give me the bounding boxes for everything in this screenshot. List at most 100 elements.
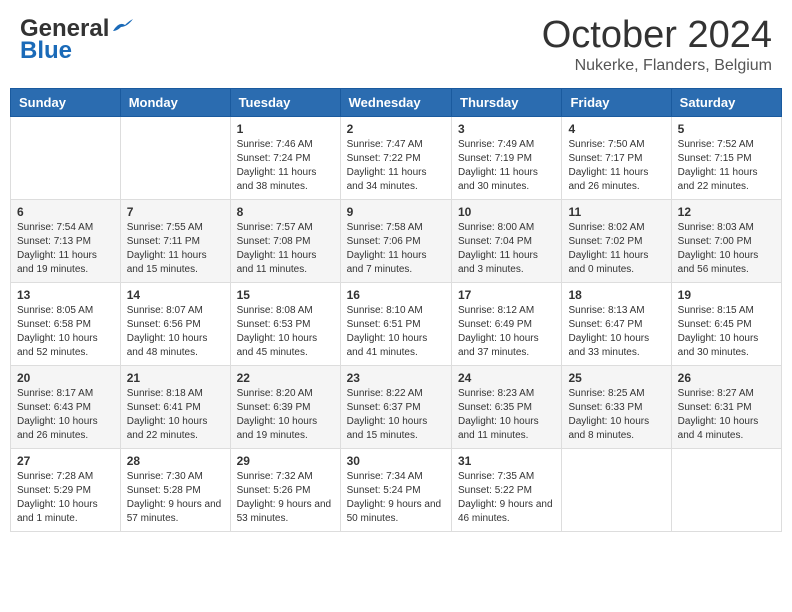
sunrise-text: Sunrise: 8:25 AM xyxy=(568,388,644,399)
day-number: 14 xyxy=(127,288,224,302)
sunrise-text: Sunrise: 8:20 AM xyxy=(237,388,313,399)
day-number: 10 xyxy=(458,205,555,219)
sunrise-text: Sunrise: 8:03 AM xyxy=(678,222,754,233)
daylight-text: Daylight: 9 hours and 53 minutes. xyxy=(237,499,332,524)
calendar-cell: 24 Sunrise: 8:23 AM Sunset: 6:35 PM Dayl… xyxy=(452,365,562,448)
daylight-text: Daylight: 10 hours and 37 minutes. xyxy=(458,333,539,358)
day-info: Sunrise: 8:05 AM Sunset: 6:58 PM Dayligh… xyxy=(17,304,114,360)
sunrise-text: Sunrise: 7:34 AM xyxy=(347,471,423,482)
day-number: 30 xyxy=(347,454,445,468)
calendar-cell: 28 Sunrise: 7:30 AM Sunset: 5:28 PM Dayl… xyxy=(120,448,230,531)
day-info: Sunrise: 8:13 AM Sunset: 6:47 PM Dayligh… xyxy=(568,304,664,360)
sunset-text: Sunset: 7:00 PM xyxy=(678,236,752,247)
sunset-text: Sunset: 6:53 PM xyxy=(237,319,311,330)
calendar-cell: 20 Sunrise: 8:17 AM Sunset: 6:43 PM Dayl… xyxy=(11,365,121,448)
sunset-text: Sunset: 7:08 PM xyxy=(237,236,311,247)
day-number: 19 xyxy=(678,288,775,302)
daylight-text: Daylight: 10 hours and 33 minutes. xyxy=(568,333,649,358)
sunset-text: Sunset: 6:49 PM xyxy=(458,319,532,330)
day-info: Sunrise: 7:32 AM Sunset: 5:26 PM Dayligh… xyxy=(237,470,334,526)
sunrise-text: Sunrise: 8:07 AM xyxy=(127,305,203,316)
sunset-text: Sunset: 7:02 PM xyxy=(568,236,642,247)
daylight-text: Daylight: 10 hours and 4 minutes. xyxy=(678,416,759,441)
sunrise-text: Sunrise: 7:52 AM xyxy=(678,139,754,150)
sunset-text: Sunset: 7:19 PM xyxy=(458,153,532,164)
day-number: 3 xyxy=(458,122,555,136)
sunrise-text: Sunrise: 8:22 AM xyxy=(347,388,423,399)
sunset-text: Sunset: 7:06 PM xyxy=(347,236,421,247)
sunrise-text: Sunrise: 7:57 AM xyxy=(237,222,313,233)
day-info: Sunrise: 7:35 AM Sunset: 5:22 PM Dayligh… xyxy=(458,470,555,526)
day-info: Sunrise: 7:54 AM Sunset: 7:13 PM Dayligh… xyxy=(17,221,114,277)
calendar-table: SundayMondayTuesdayWednesdayThursdayFrid… xyxy=(10,88,782,532)
calendar-cell: 26 Sunrise: 8:27 AM Sunset: 6:31 PM Dayl… xyxy=(671,365,781,448)
day-number: 15 xyxy=(237,288,334,302)
day-info: Sunrise: 7:58 AM Sunset: 7:06 PM Dayligh… xyxy=(347,221,445,277)
daylight-text: Daylight: 10 hours and 22 minutes. xyxy=(127,416,208,441)
calendar-cell: 7 Sunrise: 7:55 AM Sunset: 7:11 PM Dayli… xyxy=(120,199,230,282)
day-number: 4 xyxy=(568,122,664,136)
calendar-cell xyxy=(120,116,230,199)
calendar-cell: 31 Sunrise: 7:35 AM Sunset: 5:22 PM Dayl… xyxy=(452,448,562,531)
day-info: Sunrise: 8:00 AM Sunset: 7:04 PM Dayligh… xyxy=(458,221,555,277)
calendar-cell: 4 Sunrise: 7:50 AM Sunset: 7:17 PM Dayli… xyxy=(562,116,671,199)
calendar-cell: 17 Sunrise: 8:12 AM Sunset: 6:49 PM Dayl… xyxy=(452,282,562,365)
day-info: Sunrise: 7:49 AM Sunset: 7:19 PM Dayligh… xyxy=(458,138,555,194)
sunset-text: Sunset: 6:37 PM xyxy=(347,402,421,413)
daylight-text: Daylight: 10 hours and 11 minutes. xyxy=(458,416,539,441)
week-row-1: 1 Sunrise: 7:46 AM Sunset: 7:24 PM Dayli… xyxy=(11,116,782,199)
column-header-thursday: Thursday xyxy=(452,88,562,116)
day-info: Sunrise: 7:55 AM Sunset: 7:11 PM Dayligh… xyxy=(127,221,224,277)
sunset-text: Sunset: 6:56 PM xyxy=(127,319,201,330)
sunset-text: Sunset: 6:51 PM xyxy=(347,319,421,330)
daylight-text: Daylight: 11 hours and 3 minutes. xyxy=(458,250,538,275)
daylight-text: Daylight: 11 hours and 22 minutes. xyxy=(678,167,758,192)
sunset-text: Sunset: 6:41 PM xyxy=(127,402,201,413)
sunrise-text: Sunrise: 8:02 AM xyxy=(568,222,644,233)
calendar-cell: 6 Sunrise: 7:54 AM Sunset: 7:13 PM Dayli… xyxy=(11,199,121,282)
day-info: Sunrise: 8:22 AM Sunset: 6:37 PM Dayligh… xyxy=(347,387,445,443)
sunset-text: Sunset: 6:39 PM xyxy=(237,402,311,413)
calendar-cell: 27 Sunrise: 7:28 AM Sunset: 5:29 PM Dayl… xyxy=(11,448,121,531)
sunset-text: Sunset: 5:22 PM xyxy=(458,485,532,496)
daylight-text: Daylight: 10 hours and 1 minute. xyxy=(17,499,98,524)
month-title: October 2024 xyxy=(542,15,772,57)
daylight-text: Daylight: 11 hours and 0 minutes. xyxy=(568,250,648,275)
sunrise-text: Sunrise: 8:00 AM xyxy=(458,222,534,233)
day-number: 2 xyxy=(347,122,445,136)
sunset-text: Sunset: 7:13 PM xyxy=(17,236,91,247)
day-info: Sunrise: 7:47 AM Sunset: 7:22 PM Dayligh… xyxy=(347,138,445,194)
daylight-text: Daylight: 10 hours and 30 minutes. xyxy=(678,333,759,358)
sunset-text: Sunset: 6:31 PM xyxy=(678,402,752,413)
week-row-2: 6 Sunrise: 7:54 AM Sunset: 7:13 PM Dayli… xyxy=(11,199,782,282)
daylight-text: Daylight: 11 hours and 11 minutes. xyxy=(237,250,317,275)
daylight-text: Daylight: 10 hours and 8 minutes. xyxy=(568,416,649,441)
daylight-text: Daylight: 11 hours and 15 minutes. xyxy=(127,250,207,275)
daylight-text: Daylight: 11 hours and 34 minutes. xyxy=(347,167,427,192)
calendar-cell xyxy=(562,448,671,531)
daylight-text: Daylight: 10 hours and 15 minutes. xyxy=(347,416,428,441)
week-row-5: 27 Sunrise: 7:28 AM Sunset: 5:29 PM Dayl… xyxy=(11,448,782,531)
calendar-cell: 10 Sunrise: 8:00 AM Sunset: 7:04 PM Dayl… xyxy=(452,199,562,282)
daylight-text: Daylight: 10 hours and 52 minutes. xyxy=(17,333,98,358)
calendar-body: 1 Sunrise: 7:46 AM Sunset: 7:24 PM Dayli… xyxy=(11,116,782,531)
sunrise-text: Sunrise: 8:18 AM xyxy=(127,388,203,399)
sunset-text: Sunset: 6:33 PM xyxy=(568,402,642,413)
day-number: 6 xyxy=(17,205,114,219)
day-info: Sunrise: 7:50 AM Sunset: 7:17 PM Dayligh… xyxy=(568,138,664,194)
daylight-text: Daylight: 10 hours and 41 minutes. xyxy=(347,333,428,358)
day-info: Sunrise: 8:27 AM Sunset: 6:31 PM Dayligh… xyxy=(678,387,775,443)
calendar-cell: 16 Sunrise: 8:10 AM Sunset: 6:51 PM Dayl… xyxy=(340,282,451,365)
calendar-cell: 15 Sunrise: 8:08 AM Sunset: 6:53 PM Dayl… xyxy=(230,282,340,365)
daylight-text: Daylight: 11 hours and 7 minutes. xyxy=(347,250,427,275)
week-row-4: 20 Sunrise: 8:17 AM Sunset: 6:43 PM Dayl… xyxy=(11,365,782,448)
day-number: 23 xyxy=(347,371,445,385)
day-number: 21 xyxy=(127,371,224,385)
sunrise-text: Sunrise: 8:05 AM xyxy=(17,305,93,316)
sunrise-text: Sunrise: 8:15 AM xyxy=(678,305,754,316)
sunset-text: Sunset: 7:15 PM xyxy=(678,153,752,164)
sunset-text: Sunset: 5:29 PM xyxy=(17,485,91,496)
location: Nukerke, Flanders, Belgium xyxy=(542,57,772,75)
calendar-cell: 22 Sunrise: 8:20 AM Sunset: 6:39 PM Dayl… xyxy=(230,365,340,448)
day-number: 17 xyxy=(458,288,555,302)
